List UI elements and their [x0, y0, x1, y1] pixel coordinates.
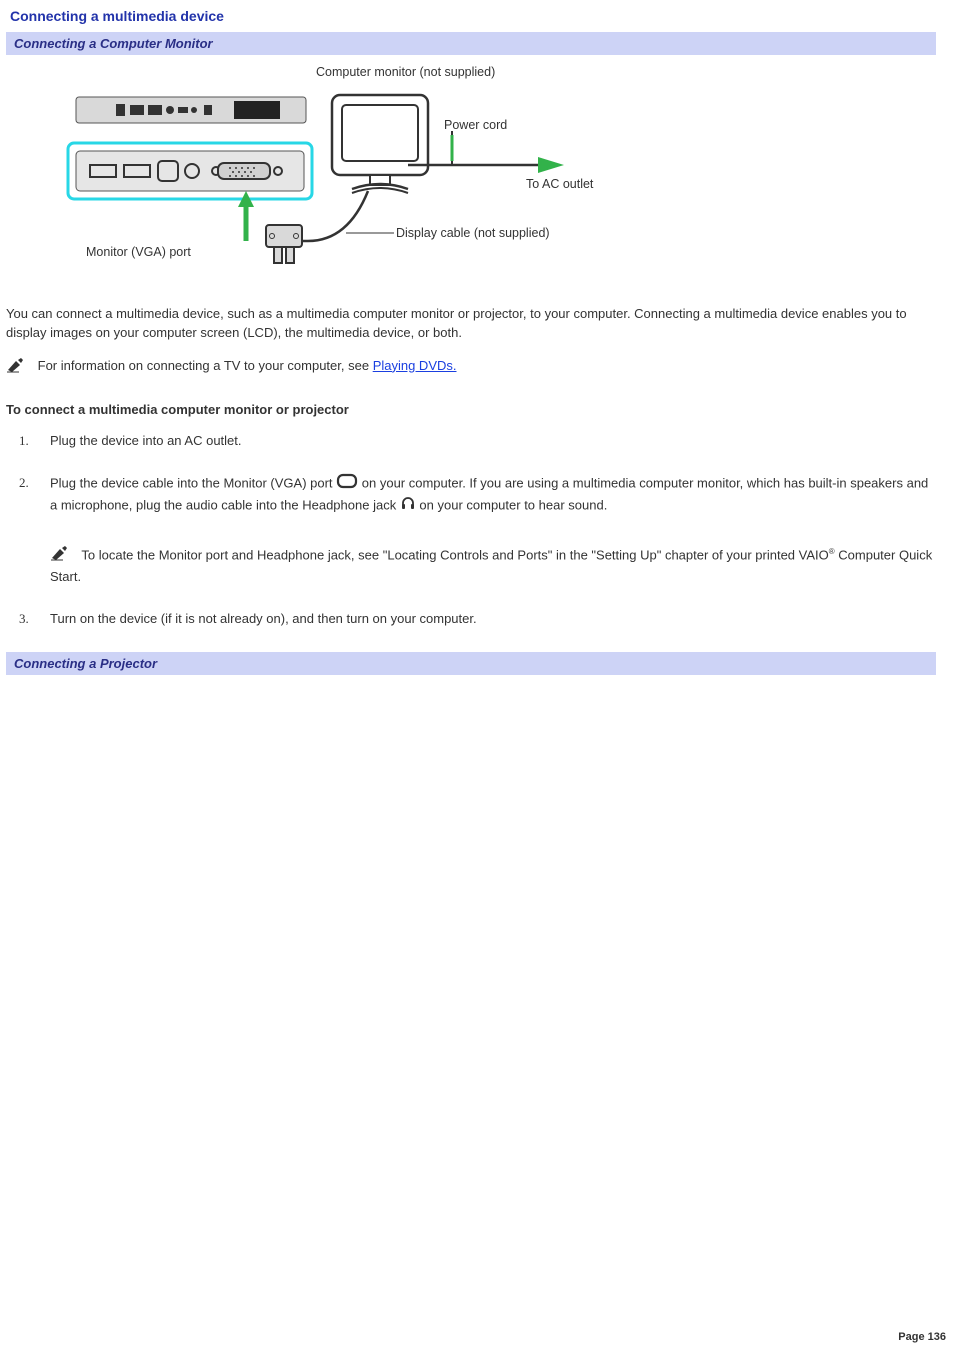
label-vga-port: Monitor (VGA) port [86, 245, 191, 259]
label-display-cable: Display cable (not supplied) [396, 226, 550, 240]
note-icon [6, 357, 28, 376]
label-power-cord: Power cord [444, 118, 507, 132]
step-2-text-c: on your computer to hear sound. [416, 497, 608, 512]
step-2: Plug the device cable into the Monitor (… [32, 473, 936, 588]
page-number: Page 136 [898, 1331, 946, 1343]
sub-heading: To connect a multimedia computer monitor… [6, 402, 936, 417]
intro-paragraph: You can connect a multimedia device, suc… [6, 305, 936, 343]
note-tv-text: For information on connecting a TV to yo… [38, 358, 373, 373]
step-3: Turn on the device (if it is not already… [32, 609, 936, 629]
label-to-ac: To AC outlet [526, 177, 593, 191]
steps-list: Plug the device into an AC outlet. Plug … [32, 431, 936, 630]
step-1-text: Plug the device into an AC outlet. [50, 433, 242, 448]
step-2-text-a: Plug the device cable into the Monitor (… [50, 475, 336, 490]
step-3-text: Turn on the device (if it is not already… [50, 611, 477, 626]
connection-diagram: Computer monitor (not supplied) Power co… [6, 65, 936, 285]
step-2-note-a: To locate the Monitor port and Headphone… [78, 548, 829, 563]
section-header-projector: Connecting a Projector [6, 652, 936, 675]
link-playing-dvds[interactable]: Playing DVDs. [373, 358, 457, 373]
vga-port-icon [336, 477, 358, 492]
note-tv: For information on connecting a TV to yo… [6, 357, 936, 376]
label-monitor: Computer monitor (not supplied) [316, 65, 495, 79]
headphone-icon [400, 499, 416, 514]
note-icon [50, 545, 72, 567]
step-2-note: To locate the Monitor port and Headphone… [50, 545, 936, 587]
section-header-monitor: Connecting a Computer Monitor [6, 32, 936, 55]
page-title: Connecting a multimedia device [10, 8, 936, 24]
step-1: Plug the device into an AC outlet. [32, 431, 936, 451]
